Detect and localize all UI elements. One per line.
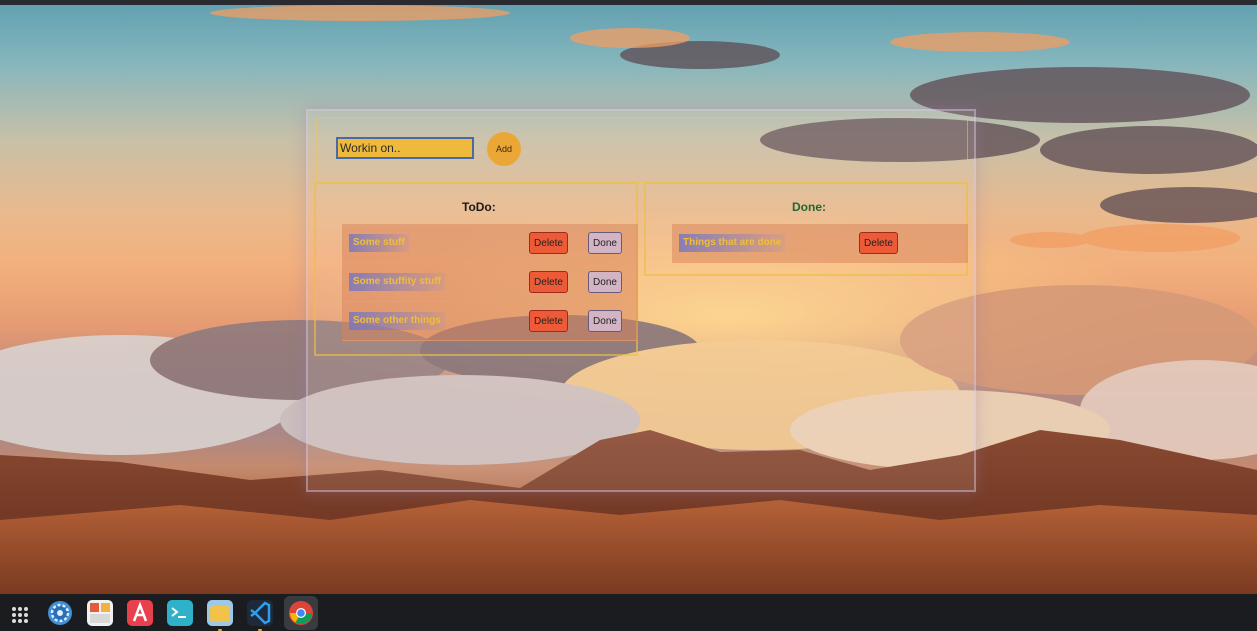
apps-grid-icon[interactable] <box>8 599 32 627</box>
settings-icon[interactable] <box>46 599 74 627</box>
task-input[interactable] <box>336 137 474 159</box>
todo-column: ToDo: Some stuff Delete Done Some stuffi… <box>314 182 638 356</box>
done-button[interactable]: Done <box>588 232 622 254</box>
delete-button[interactable]: Delete <box>529 232 568 254</box>
add-button[interactable]: Add <box>487 132 521 166</box>
taskbar-dock <box>0 594 1257 631</box>
todo-item-label: Some stuff <box>349 234 409 252</box>
todo-list: Some stuff Delete Done Some stuffity stu… <box>342 224 638 341</box>
todo-item-label: Some other things <box>349 312 445 330</box>
todo-app-window: Add ToDo: Some stuff Delete Done Some st… <box>306 109 976 492</box>
delete-button[interactable]: Delete <box>529 310 568 332</box>
delete-button[interactable]: Delete <box>529 271 568 293</box>
done-list: Things that are done Delete <box>672 224 968 263</box>
done-item-label: Things that are done <box>679 234 786 252</box>
todo-item: Some stuffity stuff Delete Done <box>342 263 638 302</box>
files-icon[interactable] <box>206 599 234 631</box>
delete-button[interactable]: Delete <box>859 232 898 254</box>
task-entry-bar: Add <box>316 117 968 183</box>
done-column: Done: Things that are done Delete <box>644 182 968 276</box>
app-store-icon[interactable] <box>126 599 154 627</box>
terminal-icon[interactable] <box>166 599 194 627</box>
todo-item: Some other things Delete Done <box>342 302 638 341</box>
done-button[interactable]: Done <box>588 310 622 332</box>
todo-title: ToDo: <box>462 200 496 214</box>
vscode-icon[interactable] <box>246 599 274 631</box>
done-item: Things that are done Delete <box>672 224 968 263</box>
done-title: Done: <box>792 200 826 214</box>
chrome-icon[interactable] <box>284 596 318 630</box>
todo-item: Some stuff Delete Done <box>342 224 638 263</box>
system-monitor-icon[interactable] <box>86 599 114 627</box>
todo-item-label: Some stuffity stuff <box>349 273 445 291</box>
done-button[interactable]: Done <box>588 271 622 293</box>
